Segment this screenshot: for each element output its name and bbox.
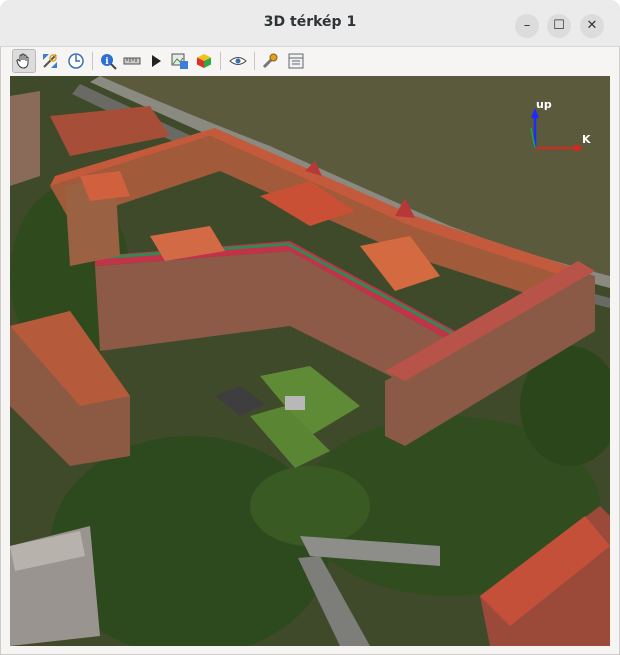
- identify-icon: i: [101, 54, 117, 70]
- identify-button[interactable]: i: [96, 49, 120, 73]
- cube-icon: [197, 54, 211, 68]
- aerial-3d-scene: [10, 76, 610, 646]
- title-bar: 3D térkép 1 – ☐ ✕: [0, 0, 620, 47]
- zoom-full-icon: [43, 54, 57, 68]
- effects-button[interactable]: [192, 49, 216, 73]
- settings-panel-icon: [288, 53, 304, 69]
- maximize-button[interactable]: ☐: [547, 14, 571, 38]
- play-icon: [152, 55, 161, 67]
- measure-button[interactable]: [120, 49, 144, 73]
- camera-button[interactable]: [226, 49, 250, 73]
- hand-icon: [16, 53, 29, 69]
- toolbar-separator: [254, 52, 255, 70]
- settings-panel-button[interactable]: [284, 49, 308, 73]
- options-button[interactable]: [258, 49, 282, 73]
- zoom-full-button[interactable]: [38, 49, 62, 73]
- export-image-icon: [171, 53, 188, 69]
- close-button[interactable]: ✕: [580, 14, 604, 38]
- eye-icon: [229, 57, 247, 65]
- toolbar-separator: [92, 52, 93, 70]
- minimize-button[interactable]: –: [515, 14, 539, 38]
- svg-text:i: i: [105, 57, 109, 67]
- reset-view-button[interactable]: [64, 49, 88, 73]
- map-3d-window: 3D térkép 1 – ☐ ✕ i up K: [0, 0, 620, 655]
- animation-button[interactable]: [144, 49, 168, 73]
- axis-up-label: up: [536, 98, 552, 111]
- axis-east-label: K: [582, 133, 591, 146]
- wrench-icon: [262, 53, 278, 69]
- map-3d-toolbar: i: [8, 47, 612, 75]
- map-3d-canvas[interactable]: up K: [10, 76, 610, 646]
- pan-tool-button[interactable]: [12, 49, 36, 73]
- measure-icon: [123, 57, 141, 65]
- export-image-button[interactable]: [168, 49, 192, 73]
- compass-icon: [68, 53, 84, 69]
- toolbar-separator: [220, 52, 221, 70]
